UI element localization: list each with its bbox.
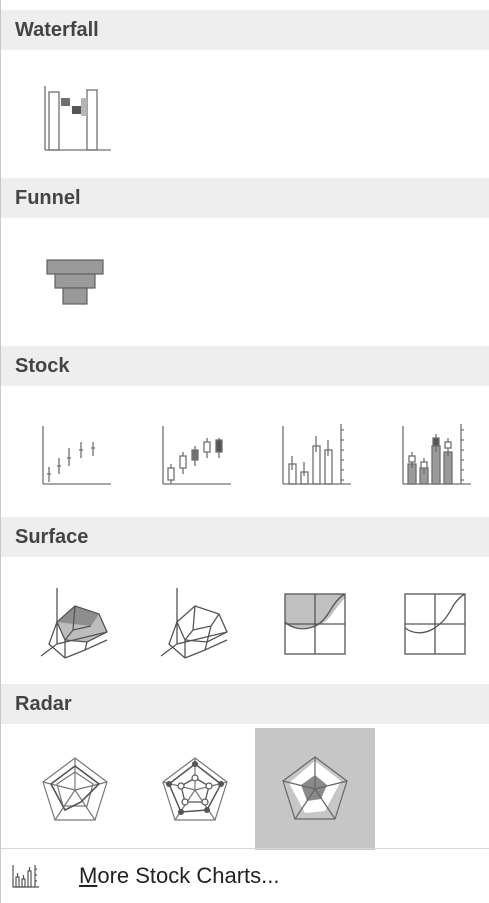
section-title: Stock: [15, 355, 70, 377]
contour-icon: [284, 593, 346, 655]
stock-volume-open-high-low-close-icon: [402, 424, 471, 485]
section-title: Funnel: [15, 187, 81, 209]
section-header-stock: Stock: [1, 346, 489, 386]
funnel-chart-icon: [46, 259, 104, 305]
radar-icon: [42, 757, 108, 821]
chart-option-stock-vhlc[interactable]: [255, 392, 375, 512]
chart-option-wireframe-3d-surface[interactable]: [135, 564, 255, 684]
section-title: Surface: [15, 526, 89, 548]
chart-option-stock-vohlc[interactable]: [375, 392, 489, 512]
waterfall-chart-icon: [44, 86, 111, 151]
stock-volume-high-low-close-icon: [282, 424, 351, 485]
wireframe-contour-icon: [404, 593, 466, 655]
more-charts-label: More Stock Charts...: [79, 863, 280, 889]
section-title: Waterfall: [15, 19, 99, 41]
stock-chart-small-icon: [11, 861, 43, 891]
section-title: Radar: [15, 693, 72, 715]
chart-option-stock-ohlc[interactable]: [135, 392, 255, 512]
filled-radar-icon: [282, 756, 348, 820]
chart-option-radar-with-markers[interactable]: [135, 730, 255, 850]
more-charts-label-rest: ore Stock Charts...: [97, 863, 280, 888]
chart-option-funnel[interactable]: [15, 224, 135, 344]
radar-with-markers-icon: [162, 757, 228, 821]
chart-option-radar[interactable]: [15, 730, 135, 850]
section-header-waterfall: Waterfall: [1, 10, 489, 50]
chart-option-stock-hlc[interactable]: [15, 392, 135, 512]
chart-option-3d-surface[interactable]: [15, 564, 135, 684]
section-header-surface: Surface: [1, 517, 489, 557]
3d-surface-icon: [40, 588, 108, 659]
more-charts-link[interactable]: More Stock Charts...: [1, 848, 489, 903]
chart-option-filled-radar[interactable]: [255, 728, 375, 850]
mnemonic-letter: M: [79, 863, 98, 888]
wireframe-3d-surface-icon: [160, 588, 228, 659]
stock-high-low-close-icon: [42, 426, 111, 485]
chart-gallery-panel: Waterfall Funnel Stock Surface Radar Mor…: [0, 0, 489, 903]
chart-option-waterfall[interactable]: [15, 58, 135, 178]
chart-option-wireframe-contour[interactable]: [375, 564, 489, 684]
stock-open-high-low-close-icon: [162, 426, 231, 485]
section-header-radar: Radar: [1, 684, 489, 724]
section-header-funnel: Funnel: [1, 178, 489, 218]
chart-option-contour[interactable]: [255, 564, 375, 684]
